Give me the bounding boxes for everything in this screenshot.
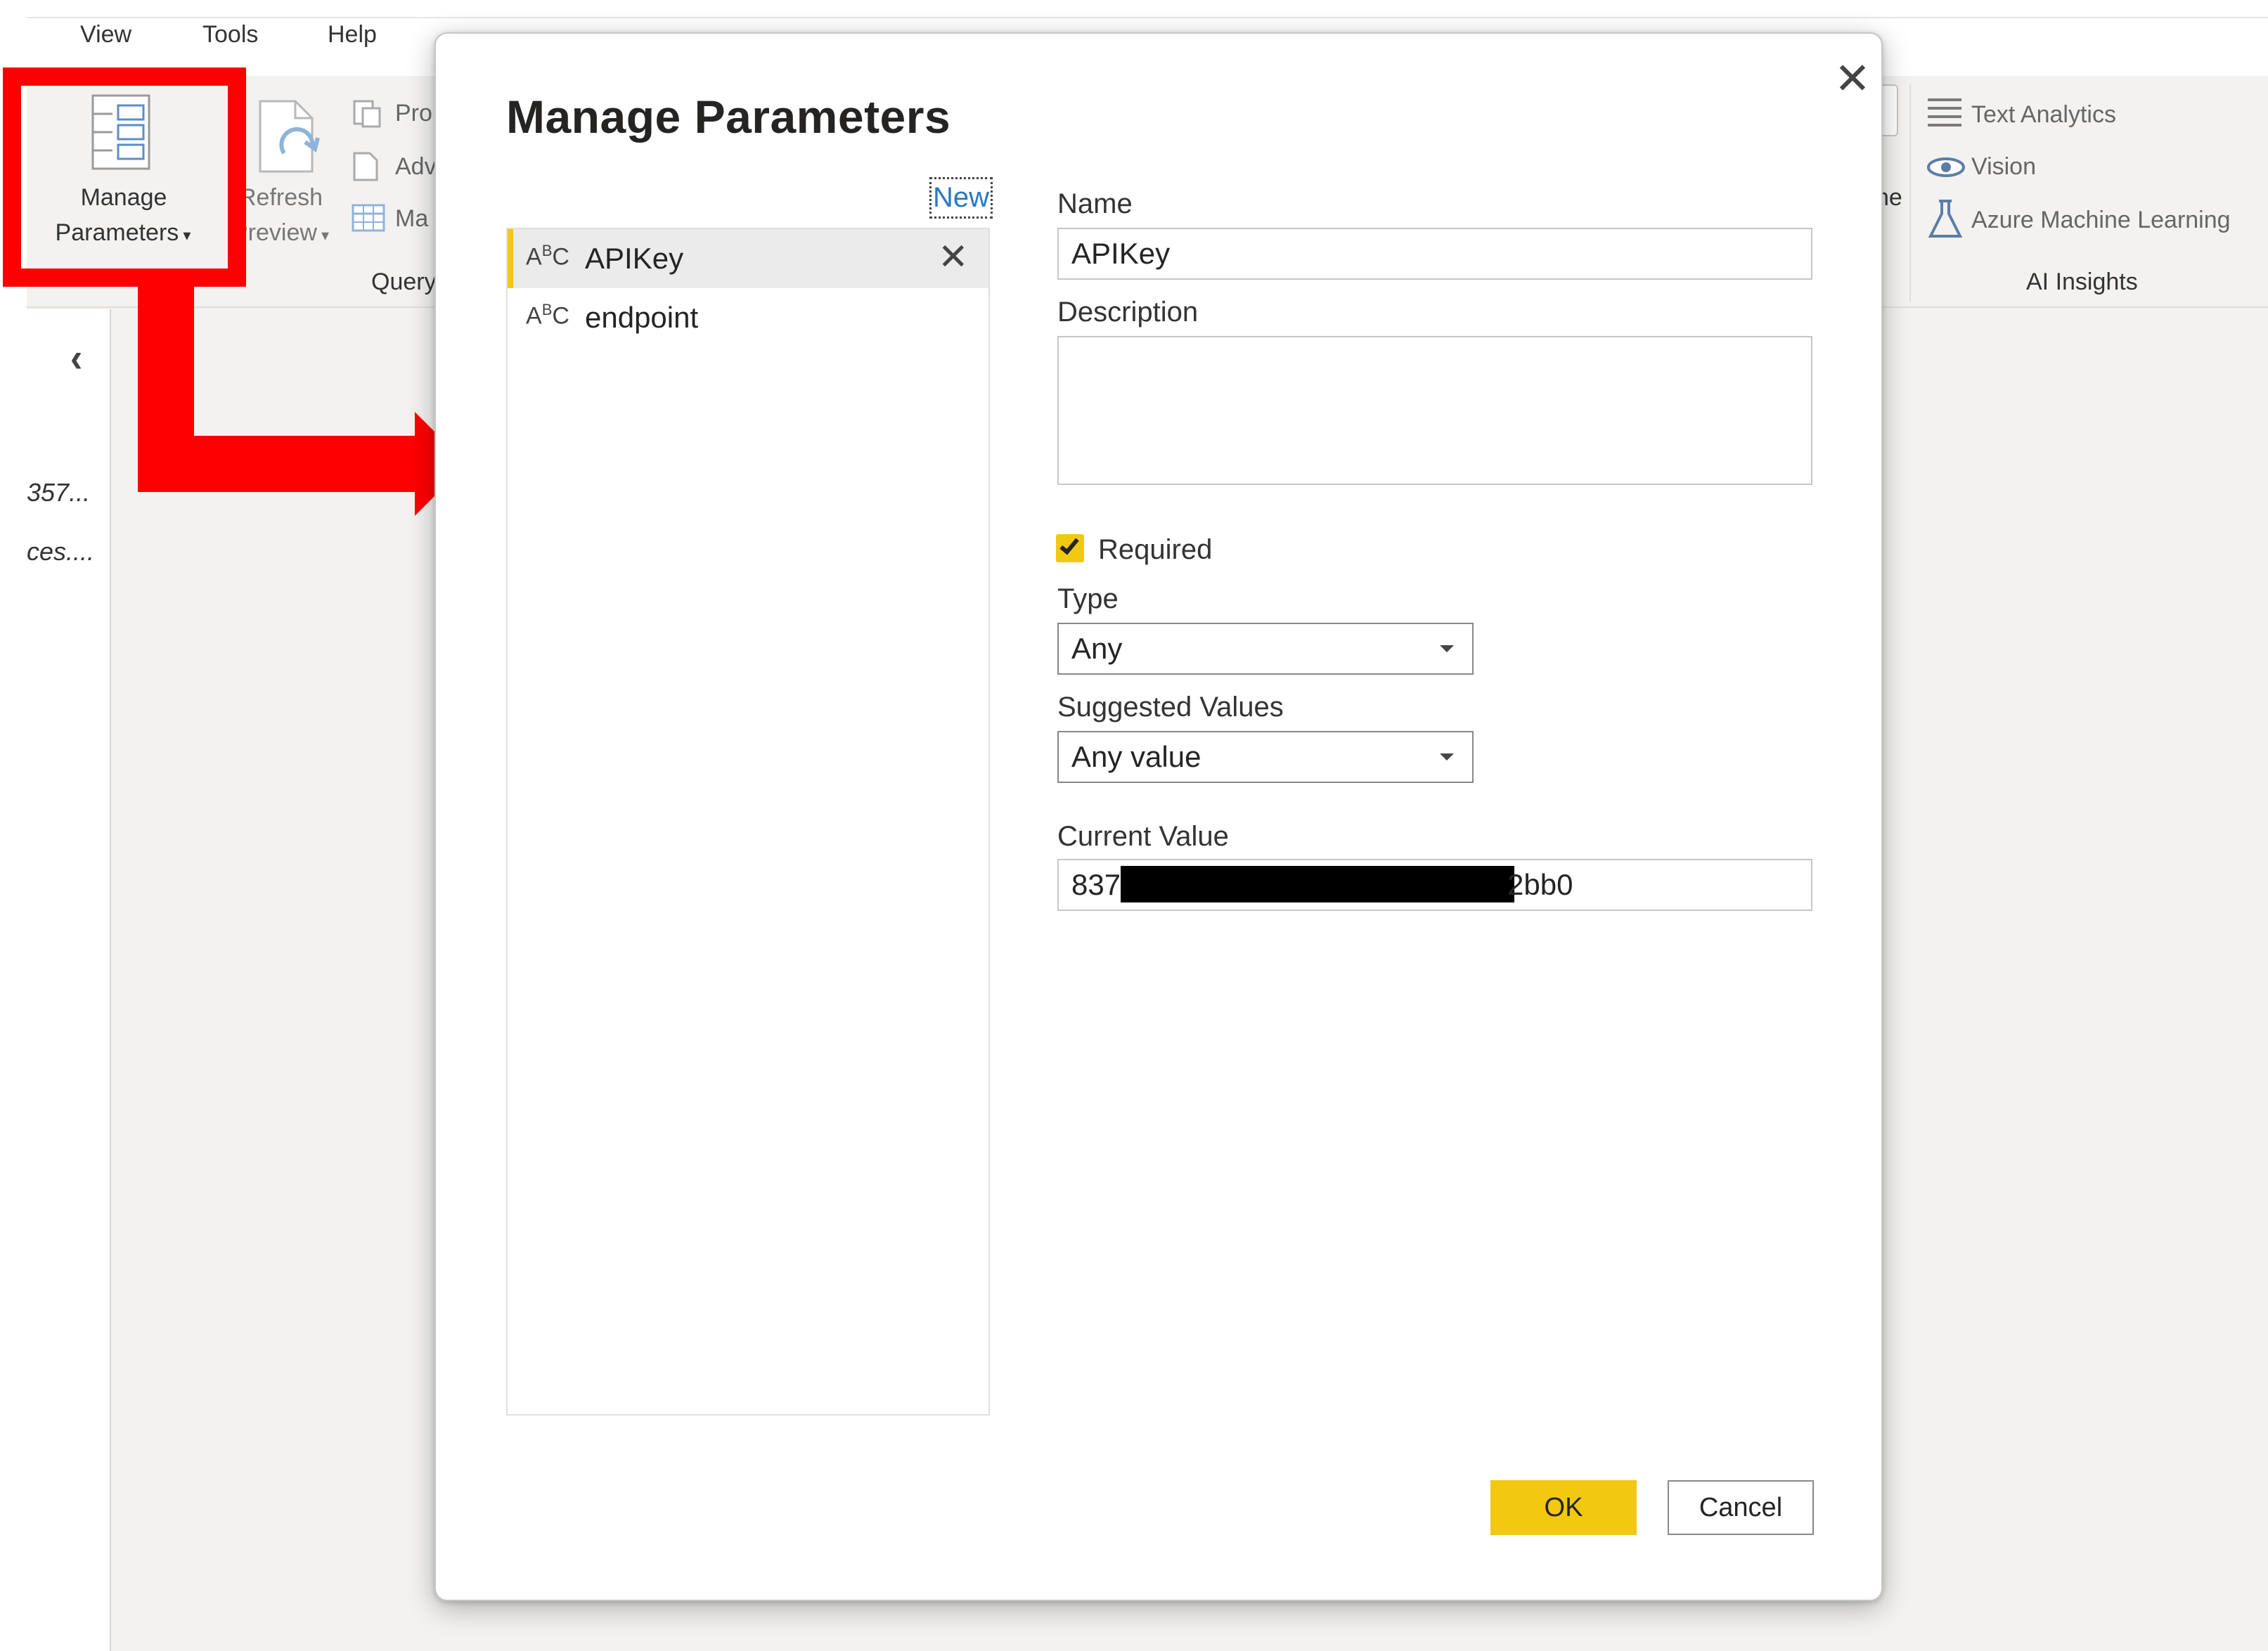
- dialog-title: Manage Parameters: [506, 91, 951, 143]
- flask-icon: [1928, 200, 1963, 238]
- menu-view[interactable]: View: [80, 21, 131, 48]
- suggested-values-select[interactable]: Any value: [1057, 731, 1474, 783]
- name-label: Name: [1057, 188, 1133, 219]
- suggested-values-label: Suggested Values: [1057, 692, 1284, 723]
- ribbon-manage-label[interactable]: Ma: [395, 205, 428, 233]
- highlight-box: [3, 67, 246, 287]
- partial-ribbon-icon: [1883, 84, 1898, 136]
- azure-ml-button[interactable]: Azure Machine Learning: [1971, 207, 2231, 234]
- queries-pane-item[interactable]: 357...: [27, 478, 90, 507]
- ok-button[interactable]: OK: [1490, 1480, 1637, 1535]
- parameter-list: ABC APIKey ✕ ABC endpoint: [506, 228, 990, 1416]
- menu-tools[interactable]: Tools: [202, 21, 258, 48]
- collapse-pane-chevron-icon[interactable]: ‹: [70, 335, 82, 382]
- queries-pane: [27, 309, 111, 1651]
- ai-insights-group-label: AI Insights: [2026, 268, 2138, 295]
- advanced-editor-icon: [353, 152, 378, 181]
- properties-icon: [353, 100, 381, 128]
- parameter-name: APIKey: [585, 242, 684, 275]
- required-checkbox[interactable]: [1056, 534, 1084, 562]
- top-divider: [27, 17, 2268, 18]
- refresh-label-line1: Refresh: [239, 184, 323, 211]
- remove-parameter-icon[interactable]: ✕: [938, 236, 969, 278]
- suggested-values-select-value: Any value: [1071, 740, 1201, 773]
- close-icon[interactable]: ✕: [1821, 48, 1884, 111]
- new-parameter-link[interactable]: New: [929, 177, 993, 219]
- dropdown-caret-icon: ▾: [316, 226, 330, 244]
- refresh-icon: [259, 100, 320, 173]
- ribbon-advanced-editor-label[interactable]: Adv: [395, 153, 437, 181]
- name-field[interactable]: APIKey: [1057, 228, 1812, 280]
- manage-table-icon: [352, 204, 385, 232]
- vision-button[interactable]: Vision: [1971, 153, 2036, 181]
- text-analytics-icon: [1928, 98, 1961, 127]
- cancel-button[interactable]: Cancel: [1668, 1480, 1814, 1535]
- menu-help[interactable]: Help: [328, 21, 377, 48]
- current-value-label: Current Value: [1057, 821, 1229, 852]
- annotation-arrow-shaft: [138, 436, 419, 492]
- description-label: Description: [1057, 297, 1199, 328]
- query-group-label: Query: [371, 268, 437, 295]
- ribbon-properties-label[interactable]: Pro: [395, 100, 432, 127]
- redacted-block: [1121, 866, 1514, 902]
- parameter-list-item-apikey[interactable]: ABC APIKey ✕: [508, 229, 988, 288]
- manage-parameters-dialog: Manage Parameters ✕ New ABC APIKey ✕ ABC…: [434, 32, 1883, 1601]
- queries-pane-item[interactable]: ces....: [27, 537, 94, 566]
- vision-eye-icon: [1927, 157, 1965, 177]
- text-type-icon: ABC: [526, 242, 569, 271]
- type-label: Type: [1057, 583, 1119, 614]
- type-select-value: Any: [1071, 632, 1123, 665]
- chevron-down-icon: [1440, 753, 1454, 760]
- chevron-down-icon: [1440, 645, 1454, 652]
- parameter-list-item-endpoint[interactable]: ABC endpoint: [508, 288, 988, 347]
- current-value-start: 837: [1071, 868, 1121, 901]
- text-type-icon: ABC: [526, 301, 569, 330]
- text-analytics-button[interactable]: Text Analytics: [1971, 101, 2116, 129]
- description-field[interactable]: [1057, 336, 1812, 485]
- checkmark-icon: [1059, 534, 1079, 555]
- parameter-name: endpoint: [585, 301, 699, 334]
- required-label: Required: [1098, 534, 1213, 565]
- current-value-end: 2bb0: [1507, 868, 1573, 901]
- ribbon-group-divider: [1909, 84, 1911, 302]
- type-select[interactable]: Any: [1057, 623, 1474, 675]
